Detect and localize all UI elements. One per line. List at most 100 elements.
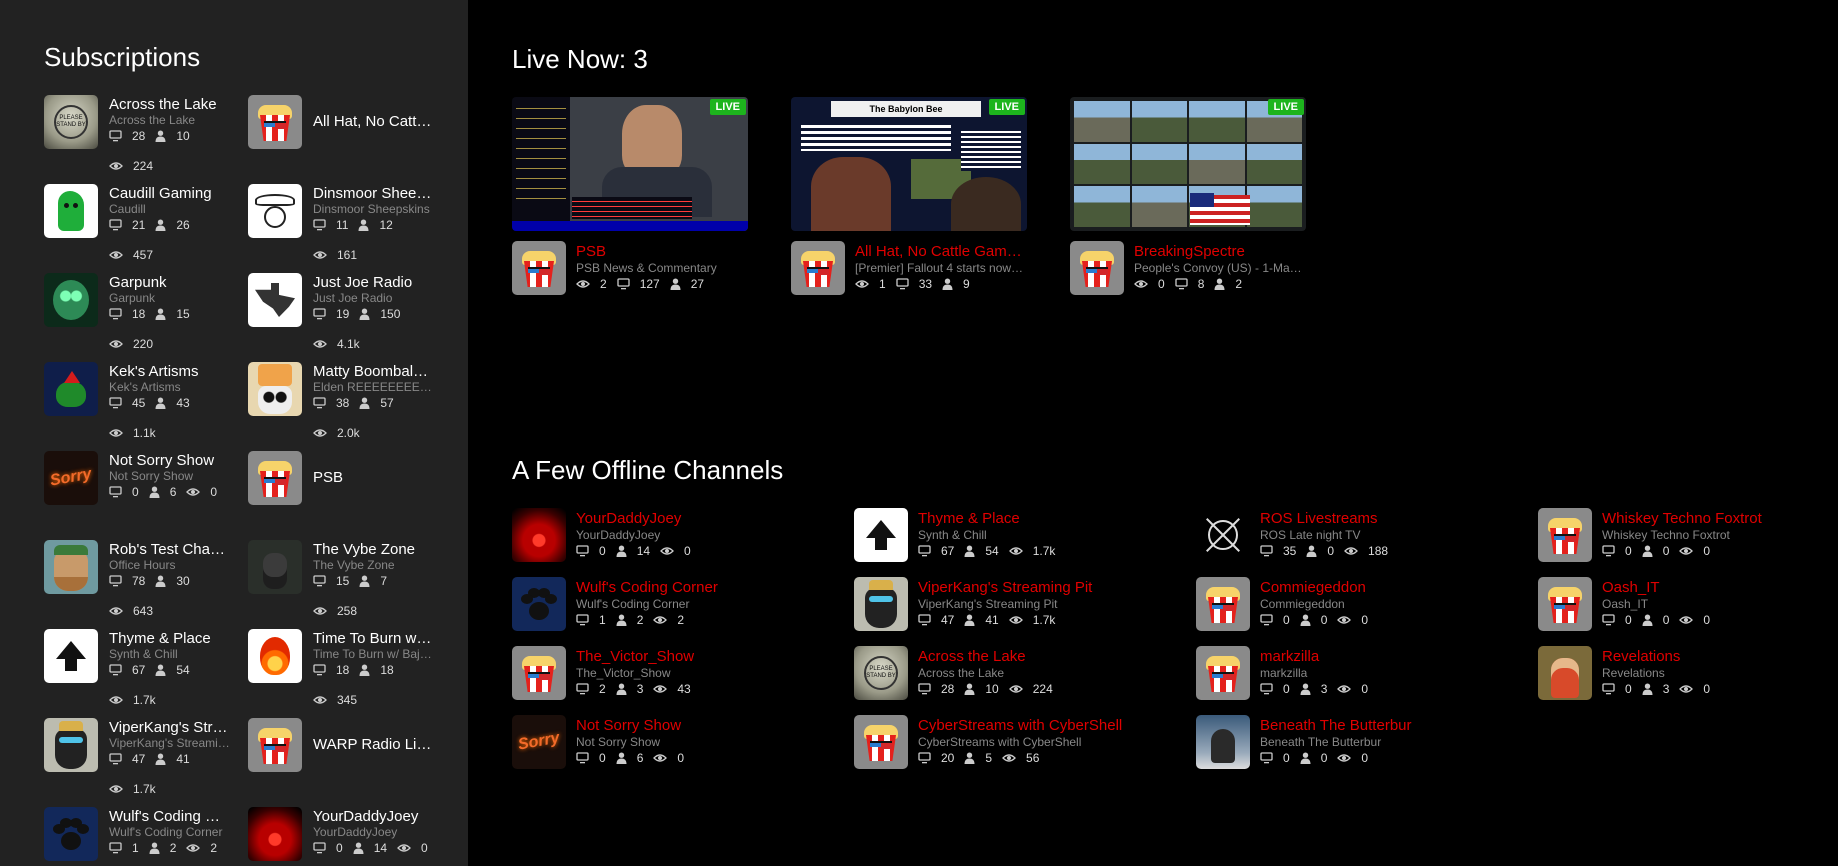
channel-name-link[interactable]: Commiegeddon xyxy=(1260,579,1530,597)
screens-stat: 0 xyxy=(1260,751,1290,766)
thyme-avatar[interactable] xyxy=(854,508,908,562)
channel-name-link[interactable]: Wulf's Coding Corner xyxy=(576,579,846,597)
sunset-avatar[interactable] xyxy=(512,508,566,562)
subscription-item[interactable]: Garpunk Garpunk 18 15 220 xyxy=(44,273,248,362)
notsorry-avatar[interactable]: Sorry xyxy=(512,715,566,769)
subscription-item[interactable]: Wulf's Coding … Wulf's Coding Corner 122 xyxy=(44,807,248,866)
stream-thumbnail[interactable]: The Babylon Bee LIVE xyxy=(791,97,1027,231)
subscription-item[interactable]: ViperKang's Str… ViperKang's Streami… 47… xyxy=(44,718,248,807)
popcorn-avatar[interactable] xyxy=(248,95,302,149)
subscription-item[interactable]: Thyme & Place Synth & Chill 67 54 1.7k xyxy=(44,629,248,718)
vybe-avatar[interactable] xyxy=(248,540,302,594)
popcorn-avatar[interactable] xyxy=(248,451,302,505)
channel-name-link[interactable]: Thyme & Place xyxy=(918,510,1188,528)
popcorn-avatar[interactable] xyxy=(791,241,845,295)
offline-channel-item[interactable]: Whiskey Techno Foxtrot Whiskey Techno Fo… xyxy=(1538,508,1838,577)
offline-channel-item[interactable]: Oash_IT Oash_IT 000 xyxy=(1538,577,1838,646)
live-stream-card[interactable]: LIVE BreakingSpectre People's Convoy (US… xyxy=(1070,97,1306,295)
subscription-item[interactable]: Matty Boombal… Elden REEEEEEEE… 38 57 2.0… xyxy=(248,362,452,451)
popcorn-avatar[interactable] xyxy=(854,715,908,769)
channel-name-link[interactable]: ROS Livestreams xyxy=(1260,510,1530,528)
subscription-item[interactable]: Rob's Test Cha… Office Hours 78 30 643 xyxy=(44,540,248,629)
channel-name-link[interactable]: Revelations xyxy=(1602,648,1838,666)
viper-avatar[interactable] xyxy=(44,718,98,772)
kek-avatar[interactable] xyxy=(44,362,98,416)
user-icon xyxy=(155,664,171,676)
gasmask-avatar[interactable] xyxy=(44,273,98,327)
fire-avatar[interactable] xyxy=(248,629,302,683)
standby-avatar[interactable]: PLEASE STAND BY xyxy=(44,95,98,149)
standby-avatar[interactable]: PLEASE STAND BY xyxy=(854,646,908,700)
popcorn-avatar[interactable] xyxy=(1196,646,1250,700)
subscription-item[interactable]: Dinsmoor Shee… Dinsmoor Sheepskins 11 12 … xyxy=(248,184,452,273)
subscription-item[interactable]: All Hat, No Catt… xyxy=(248,95,452,184)
subscription-item[interactable]: PLEASE STAND BY Across the Lake Across th… xyxy=(44,95,248,184)
channel-name-link[interactable]: Not Sorry Show xyxy=(576,717,846,735)
subscription-item[interactable]: PSB xyxy=(248,451,452,540)
popcorn-avatar[interactable] xyxy=(1196,577,1250,631)
thyme-avatar[interactable] xyxy=(44,629,98,683)
cowboy-avatar[interactable] xyxy=(248,184,302,238)
live-stream-card[interactable]: The Babylon Bee LIVE All Hat, No Cattle … xyxy=(791,97,1027,295)
subscription-item[interactable]: Time To Burn w… Time To Burn w/ Baj… 18 1… xyxy=(248,629,452,718)
subscription-item[interactable]: Kek's Artisms Kek's Artisms 45 43 1.1k xyxy=(44,362,248,451)
user-icon xyxy=(149,486,165,498)
channel-name-link[interactable]: CyberStreams with CyberShell xyxy=(918,717,1188,735)
channel-name-link[interactable]: Across the Lake xyxy=(918,648,1188,666)
offline-channel-item[interactable]: CyberStreams with CyberShell CyberStream… xyxy=(854,715,1196,784)
channel-name-link[interactable]: ViperKang's Streaming Pit xyxy=(918,579,1188,597)
offline-channel-item[interactable]: Sorry Not Sorry Show Not Sorry Show 060 xyxy=(512,715,854,784)
live-stream-card[interactable]: LIVE PSB PSB News & Commentary 2 127 27 xyxy=(512,97,748,295)
users-stat: 41 xyxy=(155,752,190,767)
channel-name-link[interactable]: YourDaddyJoey xyxy=(576,510,846,528)
offline-channel-item[interactable]: Thyme & Place Synth & Chill 67 54 1.7k xyxy=(854,508,1196,577)
paw-avatar[interactable] xyxy=(512,577,566,631)
paw-avatar[interactable] xyxy=(44,807,98,861)
subscription-item[interactable]: Sorry Not Sorry Show Not Sorry Show 060 xyxy=(44,451,248,540)
popcorn-avatar[interactable] xyxy=(512,646,566,700)
channel-name-link[interactable]: Whiskey Techno Foxtrot xyxy=(1602,510,1838,528)
subscription-item[interactable]: WARP Radio Li… xyxy=(248,718,452,807)
revelations-avatar[interactable] xyxy=(1538,646,1592,700)
subscription-item[interactable]: Caudill Gaming Caudill 21 26 457 xyxy=(44,184,248,273)
subscription-item[interactable]: YourDaddyJoey YourDaddyJoey 0 14 0 xyxy=(248,807,452,866)
popcorn-avatar[interactable] xyxy=(1070,241,1124,295)
subscription-item[interactable]: The Vybe Zone The Vybe Zone 15 7 258 xyxy=(248,540,452,629)
subscription-subtitle: Caudill xyxy=(109,203,146,216)
butterbur-avatar[interactable] xyxy=(1196,715,1250,769)
offline-channel-item[interactable]: YourDaddyJoey YourDaddyJoey 0 14 0 xyxy=(512,508,854,577)
offline-channel-item[interactable]: markzilla markzilla 030 xyxy=(1196,646,1538,715)
offline-channel-item[interactable]: PLEASE STAND BY Across the Lake Across th… xyxy=(854,646,1196,715)
users-stat: 14 xyxy=(616,544,650,559)
gumby-avatar[interactable] xyxy=(44,184,98,238)
subscription-item[interactable]: Just Joe Radio Just Joe Radio 19 150 4.1k xyxy=(248,273,452,362)
stream-thumbnail[interactable]: LIVE xyxy=(512,97,748,231)
channel-name-link[interactable]: The_Victor_Show xyxy=(576,648,846,666)
offline-channel-item[interactable]: The_Victor_Show The_Victor_Show 2 3 43 xyxy=(512,646,854,715)
notsorry-avatar[interactable]: Sorry xyxy=(44,451,98,505)
sunset-avatar[interactable] xyxy=(248,807,302,861)
stream-thumbnail[interactable]: LIVE xyxy=(1070,97,1306,231)
texas-avatar[interactable] xyxy=(248,273,302,327)
channel-name-link[interactable]: BreakingSpectre xyxy=(1134,243,1306,261)
ros-avatar[interactable] xyxy=(1196,508,1250,562)
skull-avatar[interactable] xyxy=(248,362,302,416)
offline-channel-item[interactable]: Commiegeddon Commiegeddon 000 xyxy=(1196,577,1538,646)
popcorn-avatar[interactable] xyxy=(1538,508,1592,562)
popcorn-avatar[interactable] xyxy=(512,241,566,295)
channel-name-link[interactable]: All Hat, No Cattle Gam… xyxy=(855,243,1027,261)
offline-channel-item[interactable]: ROS Livestreams ROS Late night TV 35 0 188 xyxy=(1196,508,1538,577)
viper-avatar[interactable] xyxy=(854,577,908,631)
channel-name-link[interactable]: Beneath The Butterbur xyxy=(1260,717,1530,735)
rob-avatar[interactable] xyxy=(44,540,98,594)
offline-channel-item[interactable]: Wulf's Coding Corner Wulf's Coding Corne… xyxy=(512,577,854,646)
channel-name-link[interactable]: markzilla xyxy=(1260,648,1530,666)
offline-channel-item[interactable]: Revelations Revelations 030 xyxy=(1538,646,1838,715)
popcorn-avatar[interactable] xyxy=(248,718,302,772)
popcorn-avatar[interactable] xyxy=(1538,577,1592,631)
channel-name-link[interactable]: Oash_IT xyxy=(1602,579,1838,597)
offline-channel-item[interactable]: Beneath The Butterbur Beneath The Butter… xyxy=(1196,715,1538,784)
offline-channel-item[interactable]: ViperKang's Streaming Pit ViperKang's St… xyxy=(854,577,1196,646)
channel-name-link[interactable]: PSB xyxy=(576,243,748,261)
subscription-subtitle: Synth & Chill xyxy=(109,648,178,661)
